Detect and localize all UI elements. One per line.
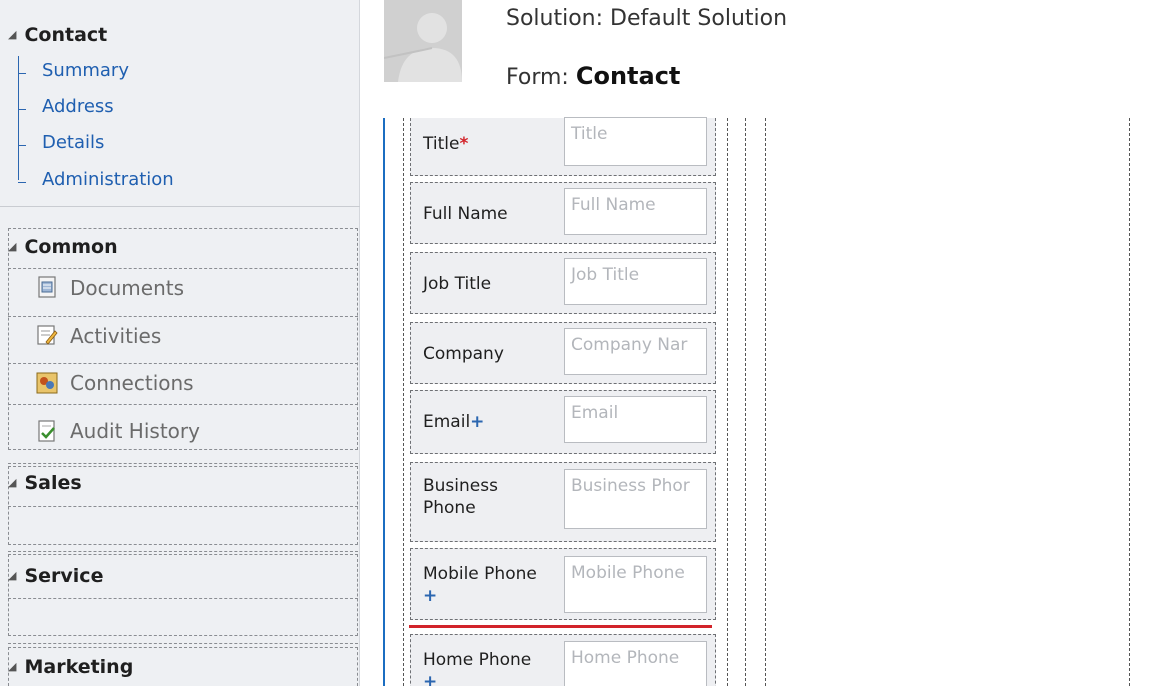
documents-icon [38,276,56,298]
recommended-marker: + [470,412,485,432]
mobile-phone-input[interactable]: Mobile Phone [564,556,707,613]
field-full-name[interactable]: Full Name Full Name [410,182,716,244]
field-company[interactable]: Company Company Nar [410,322,716,384]
entity-image-placeholder[interactable] [383,0,462,82]
recommended-marker: + [423,586,438,606]
divider [8,463,358,464]
title-input[interactable]: Title [564,117,707,166]
nav-link-address[interactable]: Address [18,96,114,117]
person-avatar-icon [383,0,462,82]
divider [0,206,360,207]
field-mobile-phone[interactable]: Mobile Phone + Mobile Phone [410,548,716,620]
field-email[interactable]: Email+ Email [410,390,716,454]
field-label: Full Name [423,204,508,224]
collapse-triangle-icon: ◢ [8,240,17,253]
field-label: Title* [423,134,469,154]
field-label: Company [423,344,504,364]
nav-link-summary[interactable]: Summary [18,60,129,81]
audit-history-icon [38,420,55,442]
form-name: Contact [575,62,681,90]
collapse-triangle-icon: ◢ [8,476,17,489]
collapse-triangle-icon: ◢ [8,569,17,582]
nav-item-audit-history[interactable]: Audit History [70,419,200,443]
drop-insertion-indicator [409,625,712,628]
field-label: Mobile Phone + [423,564,537,606]
collapse-triangle-icon: ◢ [8,660,17,673]
field-label: Business Phone [423,476,498,518]
recommended-marker: + [423,672,438,686]
full-name-input[interactable]: Full Name [564,188,707,235]
field-business-phone[interactable]: Business Phone Business Phor [410,462,716,542]
section-contact-header[interactable]: ◢ Contact [8,24,107,46]
divider [8,316,358,317]
field-label: Job Title [423,274,492,294]
column-border [765,118,766,686]
tab-selection-border [383,118,385,686]
form-navigation-sidebar: ◢ Contact Summary Address Details Adminis… [0,0,360,686]
nav-item-connections[interactable]: Connections [70,371,194,395]
section-border-right [727,118,728,686]
common-section-box [8,228,358,450]
divider [8,506,358,507]
collapse-triangle-icon: ◢ [8,28,17,41]
section-sales-header[interactable]: ◢ Sales [8,472,82,494]
section-common-header[interactable]: ◢ Common [8,236,118,258]
nav-link-details[interactable]: Details [18,132,104,153]
nav-item-documents[interactable]: Documents [70,276,184,300]
section-marketing-header[interactable]: ◢ Marketing [8,656,133,678]
nav-link-administration[interactable]: Administration [18,169,174,190]
field-title[interactable]: Title* Title [410,117,716,176]
email-input[interactable]: Email [564,396,707,443]
business-phone-input[interactable]: Business Phor [564,469,707,529]
divider [8,551,358,552]
divider [8,598,358,599]
divider [8,268,358,269]
company-input[interactable]: Company Nar [564,328,707,375]
divider [8,404,358,405]
section-service-header[interactable]: ◢ Service [8,565,103,587]
home-phone-input[interactable]: Home Phone [564,641,707,686]
job-title-input[interactable]: Job Title [564,258,707,305]
connections-icon [36,372,58,394]
nav-item-activities[interactable]: Activities [70,324,161,348]
field-label: Home Phone + [423,649,531,686]
column-border [1129,118,1130,686]
form-title: Form: Contact [506,62,681,90]
field-job-title[interactable]: Job Title Job Title [410,252,716,314]
solution-label: Solution: Default Solution [506,6,788,31]
section-border-left [403,118,404,686]
divider [8,643,358,644]
required-marker: * [459,134,469,154]
divider [8,363,358,364]
column-border [745,118,746,686]
field-home-phone[interactable]: Home Phone + Home Phone [410,634,716,686]
field-label: Email+ [423,412,485,432]
activities-icon [37,325,58,345]
